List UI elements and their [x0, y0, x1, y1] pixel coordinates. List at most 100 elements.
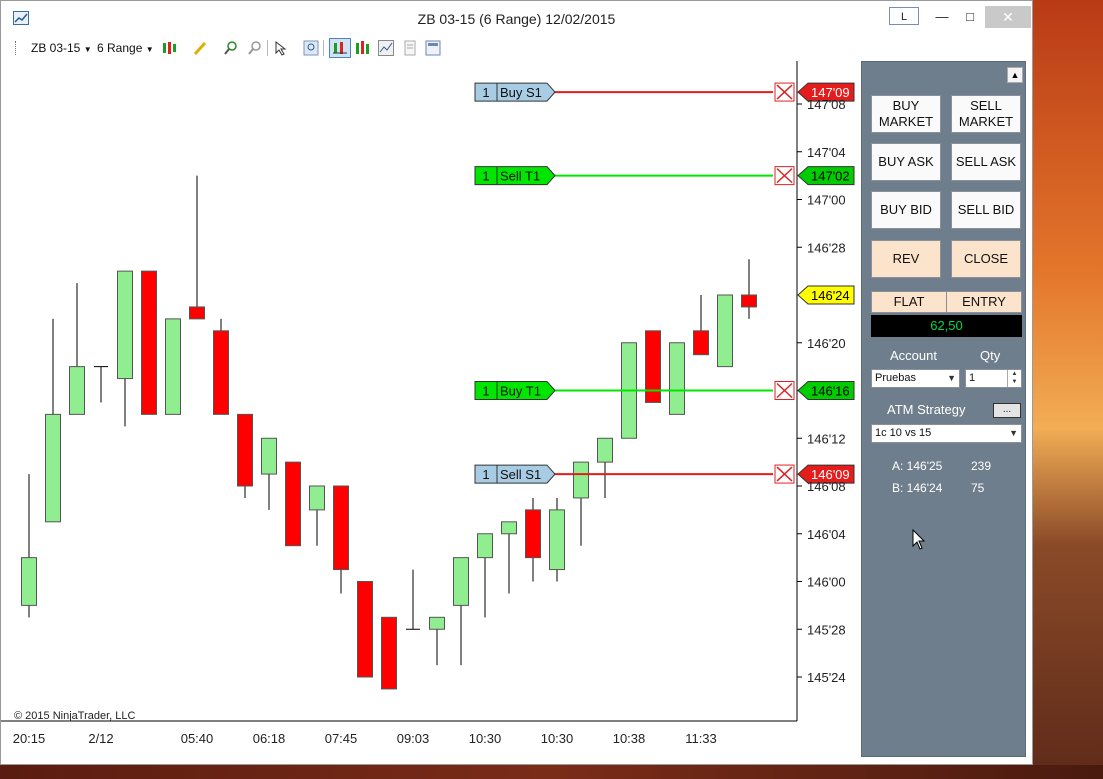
close-position-button[interactable]: CLOSE: [951, 240, 1021, 278]
chart-trader-icon[interactable]: [329, 38, 351, 58]
candle-body: [429, 616, 445, 630]
candle-body: [357, 581, 373, 678]
close-icon[interactable]: ✕: [985, 6, 1031, 28]
sell-bid-button[interactable]: SELL BID: [951, 191, 1021, 229]
last-price: 146'24: [811, 288, 850, 303]
candlestick-style-icon[interactable]: ▼: [161, 40, 177, 56]
price-label: 146'28: [807, 240, 846, 255]
order-price: 146'16: [811, 384, 850, 399]
candle-body: [165, 318, 181, 415]
reverse-button[interactable]: REV: [871, 240, 941, 278]
entry-price-label: ENTRY: [946, 291, 1022, 313]
ask-size: 239: [971, 459, 992, 473]
candle-body: [741, 294, 757, 308]
instrument-label: ZB 03-15: [31, 41, 81, 55]
desktop-background: [1033, 0, 1103, 779]
copyright-text: © 2015 NinjaTrader, LLC: [14, 710, 135, 722]
order-qty: 1: [482, 85, 489, 100]
time-label: 10:38: [613, 731, 646, 746]
zoom-in-icon[interactable]: [223, 40, 239, 56]
candle-body: [333, 485, 349, 571]
toolbar-grip[interactable]: [15, 41, 18, 55]
pnl-display: 62,50: [871, 315, 1022, 337]
chevron-down-icon: ▼: [947, 373, 956, 383]
collapse-up-icon[interactable]: ▲: [1007, 67, 1023, 83]
order-qty: 1: [482, 384, 489, 399]
period-selector[interactable]: 6 Range ▼: [97, 41, 154, 55]
candle-body: [477, 533, 493, 559]
chevron-down-icon: ▼: [145, 45, 154, 54]
candle-body: [285, 461, 301, 547]
indicators-icon[interactable]: [378, 40, 394, 56]
time-label: 10:30: [469, 731, 502, 746]
order-qty: 1: [482, 467, 489, 482]
bid-size: 75: [971, 481, 985, 495]
candle-body: [693, 330, 709, 356]
buy-market-button[interactable]: BUY MARKET: [871, 95, 941, 133]
properties-icon[interactable]: [425, 40, 441, 56]
title-bar[interactable]: ZB 03-15 (6 Range) 12/02/2015 L — □ ✕: [1, 1, 1032, 35]
chart-window: ZB 03-15 (6 Range) 12/02/2015 L — □ ✕ ZB…: [0, 0, 1033, 765]
mouse-cursor-icon: [912, 529, 926, 550]
desktop-background-bottom: [0, 765, 1103, 779]
minimize-icon[interactable]: —: [931, 6, 953, 28]
layout-button[interactable]: L: [889, 7, 919, 25]
magnifier-icon[interactable]: [303, 40, 319, 56]
candle-body: [141, 270, 157, 415]
chart-trader-panel: ▲ BUY MARKET SELL MARKET BUY ASK SELL AS…: [861, 61, 1026, 757]
atm-strategy-label: ATM Strategy: [887, 402, 966, 417]
candle-body: [501, 521, 517, 535]
candle-body: [597, 437, 613, 463]
candle-body: [261, 437, 277, 475]
price-label: 146'00: [807, 575, 846, 590]
candle-body: [717, 294, 733, 368]
candle-body: [525, 509, 541, 559]
chevron-down-icon: ▼: [1009, 428, 1018, 438]
instrument-selector[interactable]: ZB 03-15 ▼: [31, 41, 92, 55]
buy-ask-button[interactable]: BUY ASK: [871, 143, 941, 181]
price-label: 146'04: [807, 527, 846, 542]
price-label: 146'08: [807, 479, 846, 494]
atm-strategy-browse-button[interactable]: ...: [993, 403, 1021, 418]
spin-arrows-icon[interactable]: ▲ ▼: [1007, 370, 1021, 387]
sell-market-button[interactable]: SELL MARKET: [951, 95, 1021, 133]
account-value: Pruebas: [875, 372, 916, 384]
time-label: 05:40: [181, 731, 214, 746]
account-label: Account: [890, 348, 937, 363]
zoom-out-icon[interactable]: [247, 40, 263, 56]
pointer-icon[interactable]: ▼: [273, 40, 289, 56]
time-label: 07:45: [325, 731, 358, 746]
order-label: Sell T1: [500, 169, 540, 184]
order-label: Buy T1: [500, 384, 541, 399]
position-row: FLAT ENTRY: [871, 291, 1022, 313]
bar-style-icon[interactable]: [355, 40, 371, 56]
sell-ask-button[interactable]: SELL ASK: [951, 143, 1021, 181]
ask-price: A: 146'25: [892, 459, 943, 473]
price-label: 147'04: [807, 145, 846, 160]
chart-toolbar: ZB 03-15 ▼ 6 Range ▼ ▼ ▼ ▼: [1, 35, 1032, 61]
time-label: 20:15: [13, 731, 46, 746]
order-label: Buy S1: [500, 85, 542, 100]
candle-body: [549, 509, 565, 571]
strategies-icon[interactable]: [402, 40, 418, 56]
order-qty: 1: [482, 169, 489, 184]
quantity-stepper[interactable]: 1 ▲ ▼: [965, 369, 1022, 388]
atm-strategy-select[interactable]: 1c 10 vs 15 ▼: [871, 424, 1022, 443]
order-label: Sell S1: [500, 467, 541, 482]
candle-body: [21, 557, 37, 606]
toolbar-separator: [267, 40, 268, 56]
chevron-down-icon: ▼: [83, 45, 92, 54]
price-label: 147'00: [807, 193, 846, 208]
time-label: 10:30: [541, 731, 574, 746]
candle-body: [573, 461, 589, 499]
price-chart[interactable]: 1 Buy S1 147'091 Sell T1 147'021 Buy T1 146'16…: [1, 61, 859, 761]
buy-bid-button[interactable]: BUY BID: [871, 191, 941, 229]
pencil-draw-icon[interactable]: ▼: [193, 40, 209, 56]
account-select[interactable]: Pruebas ▼: [871, 369, 960, 388]
candle-body: [669, 342, 685, 415]
candle-body: [117, 270, 133, 380]
period-label: 6 Range: [97, 41, 143, 55]
svg-text:▼: ▼: [208, 47, 209, 54]
maximize-icon[interactable]: □: [959, 6, 981, 28]
price-label: 146'20: [807, 336, 846, 351]
